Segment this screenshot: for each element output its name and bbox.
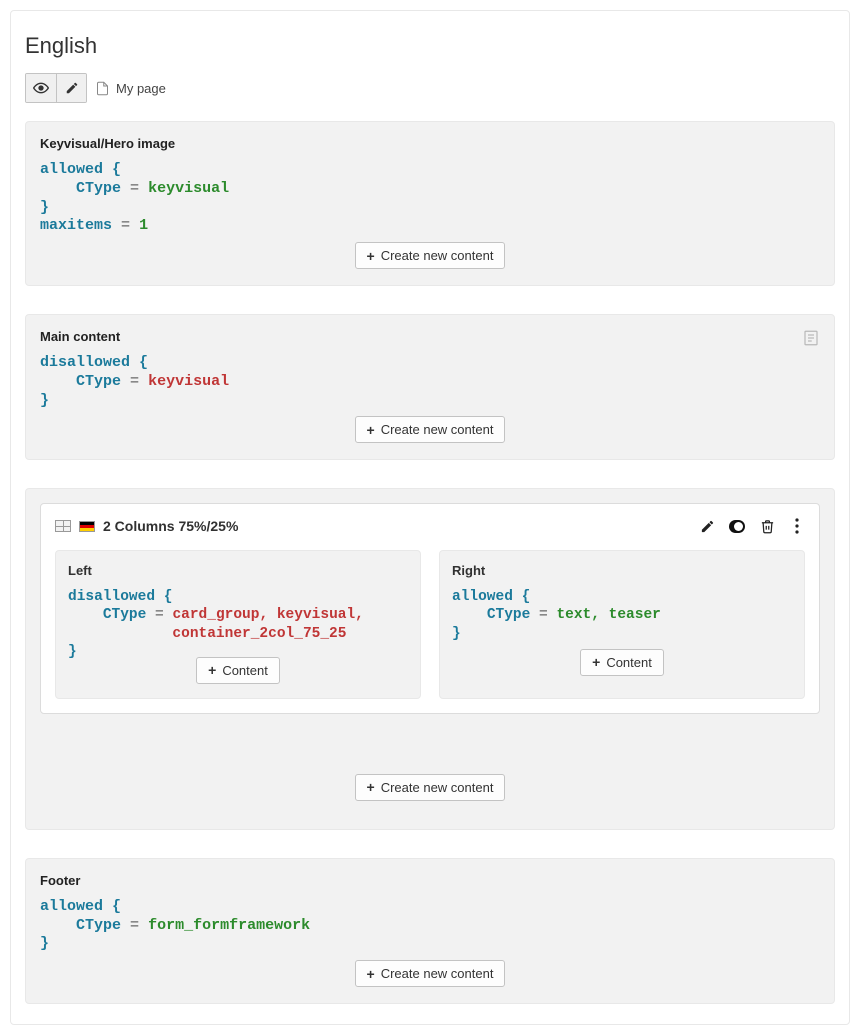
container-type-icon xyxy=(55,520,71,532)
plus-icon: + xyxy=(208,663,216,677)
column-left: Left disallowed { CType = card_group, ke… xyxy=(55,550,421,699)
create-new-content-button[interactable]: + Create new content xyxy=(355,242,506,269)
page-name: My page xyxy=(116,81,166,96)
create-new-content-button[interactable]: + Create new content xyxy=(355,416,506,443)
column-title: Footer xyxy=(40,873,820,888)
config-code: allowed { CType = text, teaser } xyxy=(452,588,792,642)
button-label: Content xyxy=(606,655,652,670)
column-title: Main content xyxy=(40,329,120,344)
page-icon xyxy=(95,81,110,96)
button-label: Create new content xyxy=(381,780,494,795)
column-right: Right allowed { CType = text, teaser } +… xyxy=(439,550,805,699)
flag-de-icon xyxy=(79,521,95,532)
notes-icon[interactable] xyxy=(802,329,820,347)
toggle-pill-icon xyxy=(729,520,745,533)
content-element-label: 2 Columns 75%/25% xyxy=(103,518,238,534)
more-actions-button[interactable] xyxy=(789,518,805,534)
page-module-column: English xyxy=(10,10,850,1025)
content-element-card: 2 Columns 75%/25% xyxy=(40,503,820,714)
create-content-button[interactable]: + Content xyxy=(196,657,280,684)
edit-button[interactable] xyxy=(56,74,86,102)
column-title: Left xyxy=(68,563,408,578)
view-button[interactable] xyxy=(26,74,56,102)
delete-button[interactable] xyxy=(759,518,775,534)
config-code: allowed { CType = keyvisual } maxitems =… xyxy=(40,161,820,236)
create-content-button[interactable]: + Content xyxy=(580,649,664,676)
pencil-icon xyxy=(65,81,79,95)
content-element-header: 2 Columns 75%/25% xyxy=(55,518,805,534)
plus-icon: + xyxy=(367,423,375,437)
column-title: Right xyxy=(452,563,792,578)
page-toolbar: My page xyxy=(25,73,835,103)
config-code: disallowed { CType = card_group, keyvisu… xyxy=(68,588,408,661)
create-new-content-button[interactable]: + Create new content xyxy=(355,774,506,801)
edit-element-button[interactable] xyxy=(699,518,715,534)
visibility-toggle[interactable] xyxy=(729,518,745,534)
config-code: allowed { CType = form_formframework } xyxy=(40,898,820,954)
create-new-content-button[interactable]: + Create new content xyxy=(355,960,506,987)
container-columns: Left disallowed { CType = card_group, ke… xyxy=(55,550,805,699)
plus-icon: + xyxy=(367,967,375,981)
column-container: 2 Columns 75%/25% xyxy=(25,488,835,830)
plus-icon: + xyxy=(592,655,600,669)
button-label: Create new content xyxy=(381,966,494,981)
plus-icon: + xyxy=(367,249,375,263)
eye-icon xyxy=(33,80,49,96)
page-link[interactable]: My page xyxy=(95,81,166,96)
column-hero: Keyvisual/Hero image allowed { CType = k… xyxy=(25,121,835,286)
button-label: Content xyxy=(222,663,268,678)
language-title: English xyxy=(25,33,835,59)
plus-icon: + xyxy=(367,780,375,794)
button-label: Create new content xyxy=(381,248,494,263)
view-edit-toggle xyxy=(25,73,87,103)
column-main: Main content disallowed { CType = keyvis… xyxy=(25,314,835,460)
config-code: disallowed { CType = keyvisual } xyxy=(40,354,820,410)
button-label: Create new content xyxy=(381,422,494,437)
column-title: Keyvisual/Hero image xyxy=(40,136,820,151)
column-footer: Footer allowed { CType = form_formframew… xyxy=(25,858,835,1004)
